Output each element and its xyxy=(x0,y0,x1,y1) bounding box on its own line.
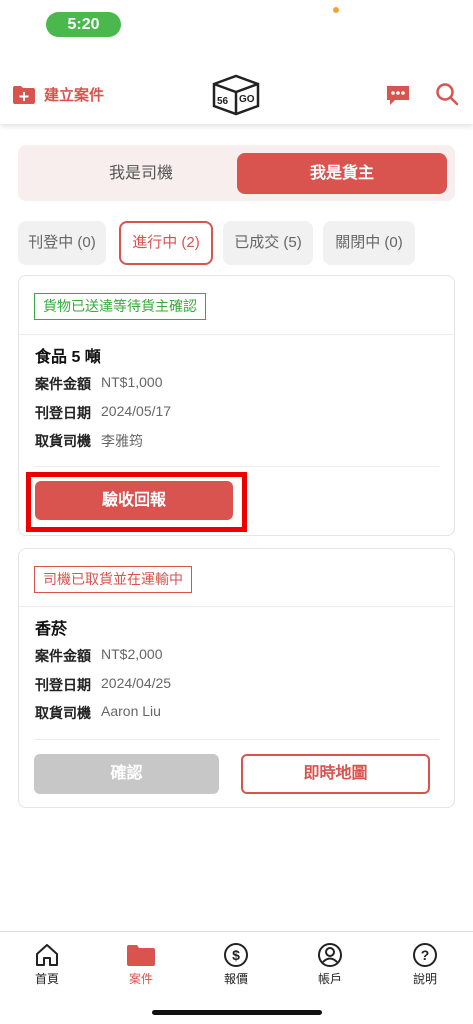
pickup-driver-value: Aaron Liu xyxy=(101,703,161,719)
tab-account[interactable]: 帳戶 xyxy=(300,942,360,987)
folder-icon xyxy=(127,945,155,966)
chat-icon[interactable] xyxy=(385,84,411,106)
post-date-row: 刊登日期 2024/04/25 xyxy=(35,675,171,695)
home-icon xyxy=(36,944,58,966)
post-date-row: 刊登日期 2024/05/17 xyxy=(35,403,171,423)
tab-cases-label: 案件 xyxy=(128,972,153,986)
app-header: 建立案件 56 GO xyxy=(0,60,473,124)
post-date-label: 刊登日期 xyxy=(35,405,91,421)
role-driver-tab[interactable]: 我是司機 xyxy=(36,153,246,194)
status-badge: 貨物已送達等待貨主確認 xyxy=(34,293,206,320)
case-amount-value: NT$2,000 xyxy=(101,646,163,662)
confirm-button[interactable]: 確認 xyxy=(34,754,219,794)
card-divider xyxy=(35,739,439,740)
case-amount-value: NT$1,000 xyxy=(101,374,163,390)
tab-home-label: 首頁 xyxy=(34,972,59,986)
svg-text:?: ? xyxy=(421,947,430,963)
pickup-driver-value: 李雅筠 xyxy=(101,433,143,449)
card-divider xyxy=(19,606,454,607)
goods-title: 食品 5 噸 xyxy=(35,349,101,366)
status-badge: 司機已取貨並在運輸中 xyxy=(34,566,192,593)
pickup-driver-label: 取貨司機 xyxy=(35,705,91,721)
tab-quotes[interactable]: $ 報價 xyxy=(206,942,266,987)
card-divider xyxy=(19,334,454,335)
post-date-value: 2024/04/25 xyxy=(101,675,172,691)
status-bar: 5:20 xyxy=(0,0,473,48)
goods-title: 香菸 xyxy=(35,621,68,638)
svg-text:56: 56 xyxy=(217,96,229,107)
post-date-value: 2024/05/17 xyxy=(101,403,172,419)
pickup-driver-row: 取貨司機 Aaron Liu xyxy=(35,703,161,723)
case-amount-row: 案件金額 NT$2,000 xyxy=(35,646,162,666)
folder-plus-icon xyxy=(13,85,35,104)
tab-help-label: 說明 xyxy=(412,972,437,986)
app-logo: 56 GO xyxy=(212,74,260,116)
pickup-driver-row: 取貨司機 李雅筠 xyxy=(35,431,143,451)
status-time: 5:20 xyxy=(46,12,121,37)
role-switch: 我是司機 我是貨主 xyxy=(18,145,455,201)
live-map-button[interactable]: 即時地圖 xyxy=(241,754,430,794)
case-amount-label: 案件金額 xyxy=(35,648,91,664)
privacy-indicator-dot xyxy=(333,7,339,13)
create-case-label: 建立案件 xyxy=(44,87,105,104)
filter-listing[interactable]: 刊登中 (0) xyxy=(18,221,106,265)
svg-text:$: $ xyxy=(232,947,240,963)
svg-text:GO: GO xyxy=(239,94,255,105)
help-icon: ? xyxy=(413,943,437,967)
case-amount-label: 案件金額 xyxy=(35,376,91,392)
role-owner-tab[interactable]: 我是貨主 xyxy=(237,153,447,194)
tab-account-label: 帳戶 xyxy=(317,972,342,986)
create-case-button[interactable]: 建立案件 xyxy=(12,84,104,105)
home-indicator[interactable] xyxy=(152,1010,322,1015)
pickup-driver-label: 取貨司機 xyxy=(35,433,91,449)
inspection-report-button[interactable]: 驗收回報 xyxy=(35,481,233,520)
status-filter-tabs: 刊登中 (0) 進行中 (2) 已成交 (5) 關閉中 (0) xyxy=(18,221,458,265)
filter-completed[interactable]: 已成交 (5) xyxy=(223,221,313,265)
card-divider xyxy=(35,466,439,467)
case-amount-row: 案件金額 NT$1,000 xyxy=(35,374,162,394)
tab-help[interactable]: ? 說明 xyxy=(395,942,455,987)
user-icon xyxy=(318,943,342,967)
filter-closed[interactable]: 關閉中 (0) xyxy=(323,221,415,265)
filter-in-progress[interactable]: 進行中 (2) xyxy=(119,221,213,265)
tab-home[interactable]: 首頁 xyxy=(17,942,77,987)
tab-cases[interactable]: 案件 xyxy=(111,942,171,987)
dollar-icon: $ xyxy=(224,943,248,967)
search-icon[interactable] xyxy=(435,82,459,106)
tab-quotes-label: 報價 xyxy=(223,972,248,986)
post-date-label: 刊登日期 xyxy=(35,677,91,693)
